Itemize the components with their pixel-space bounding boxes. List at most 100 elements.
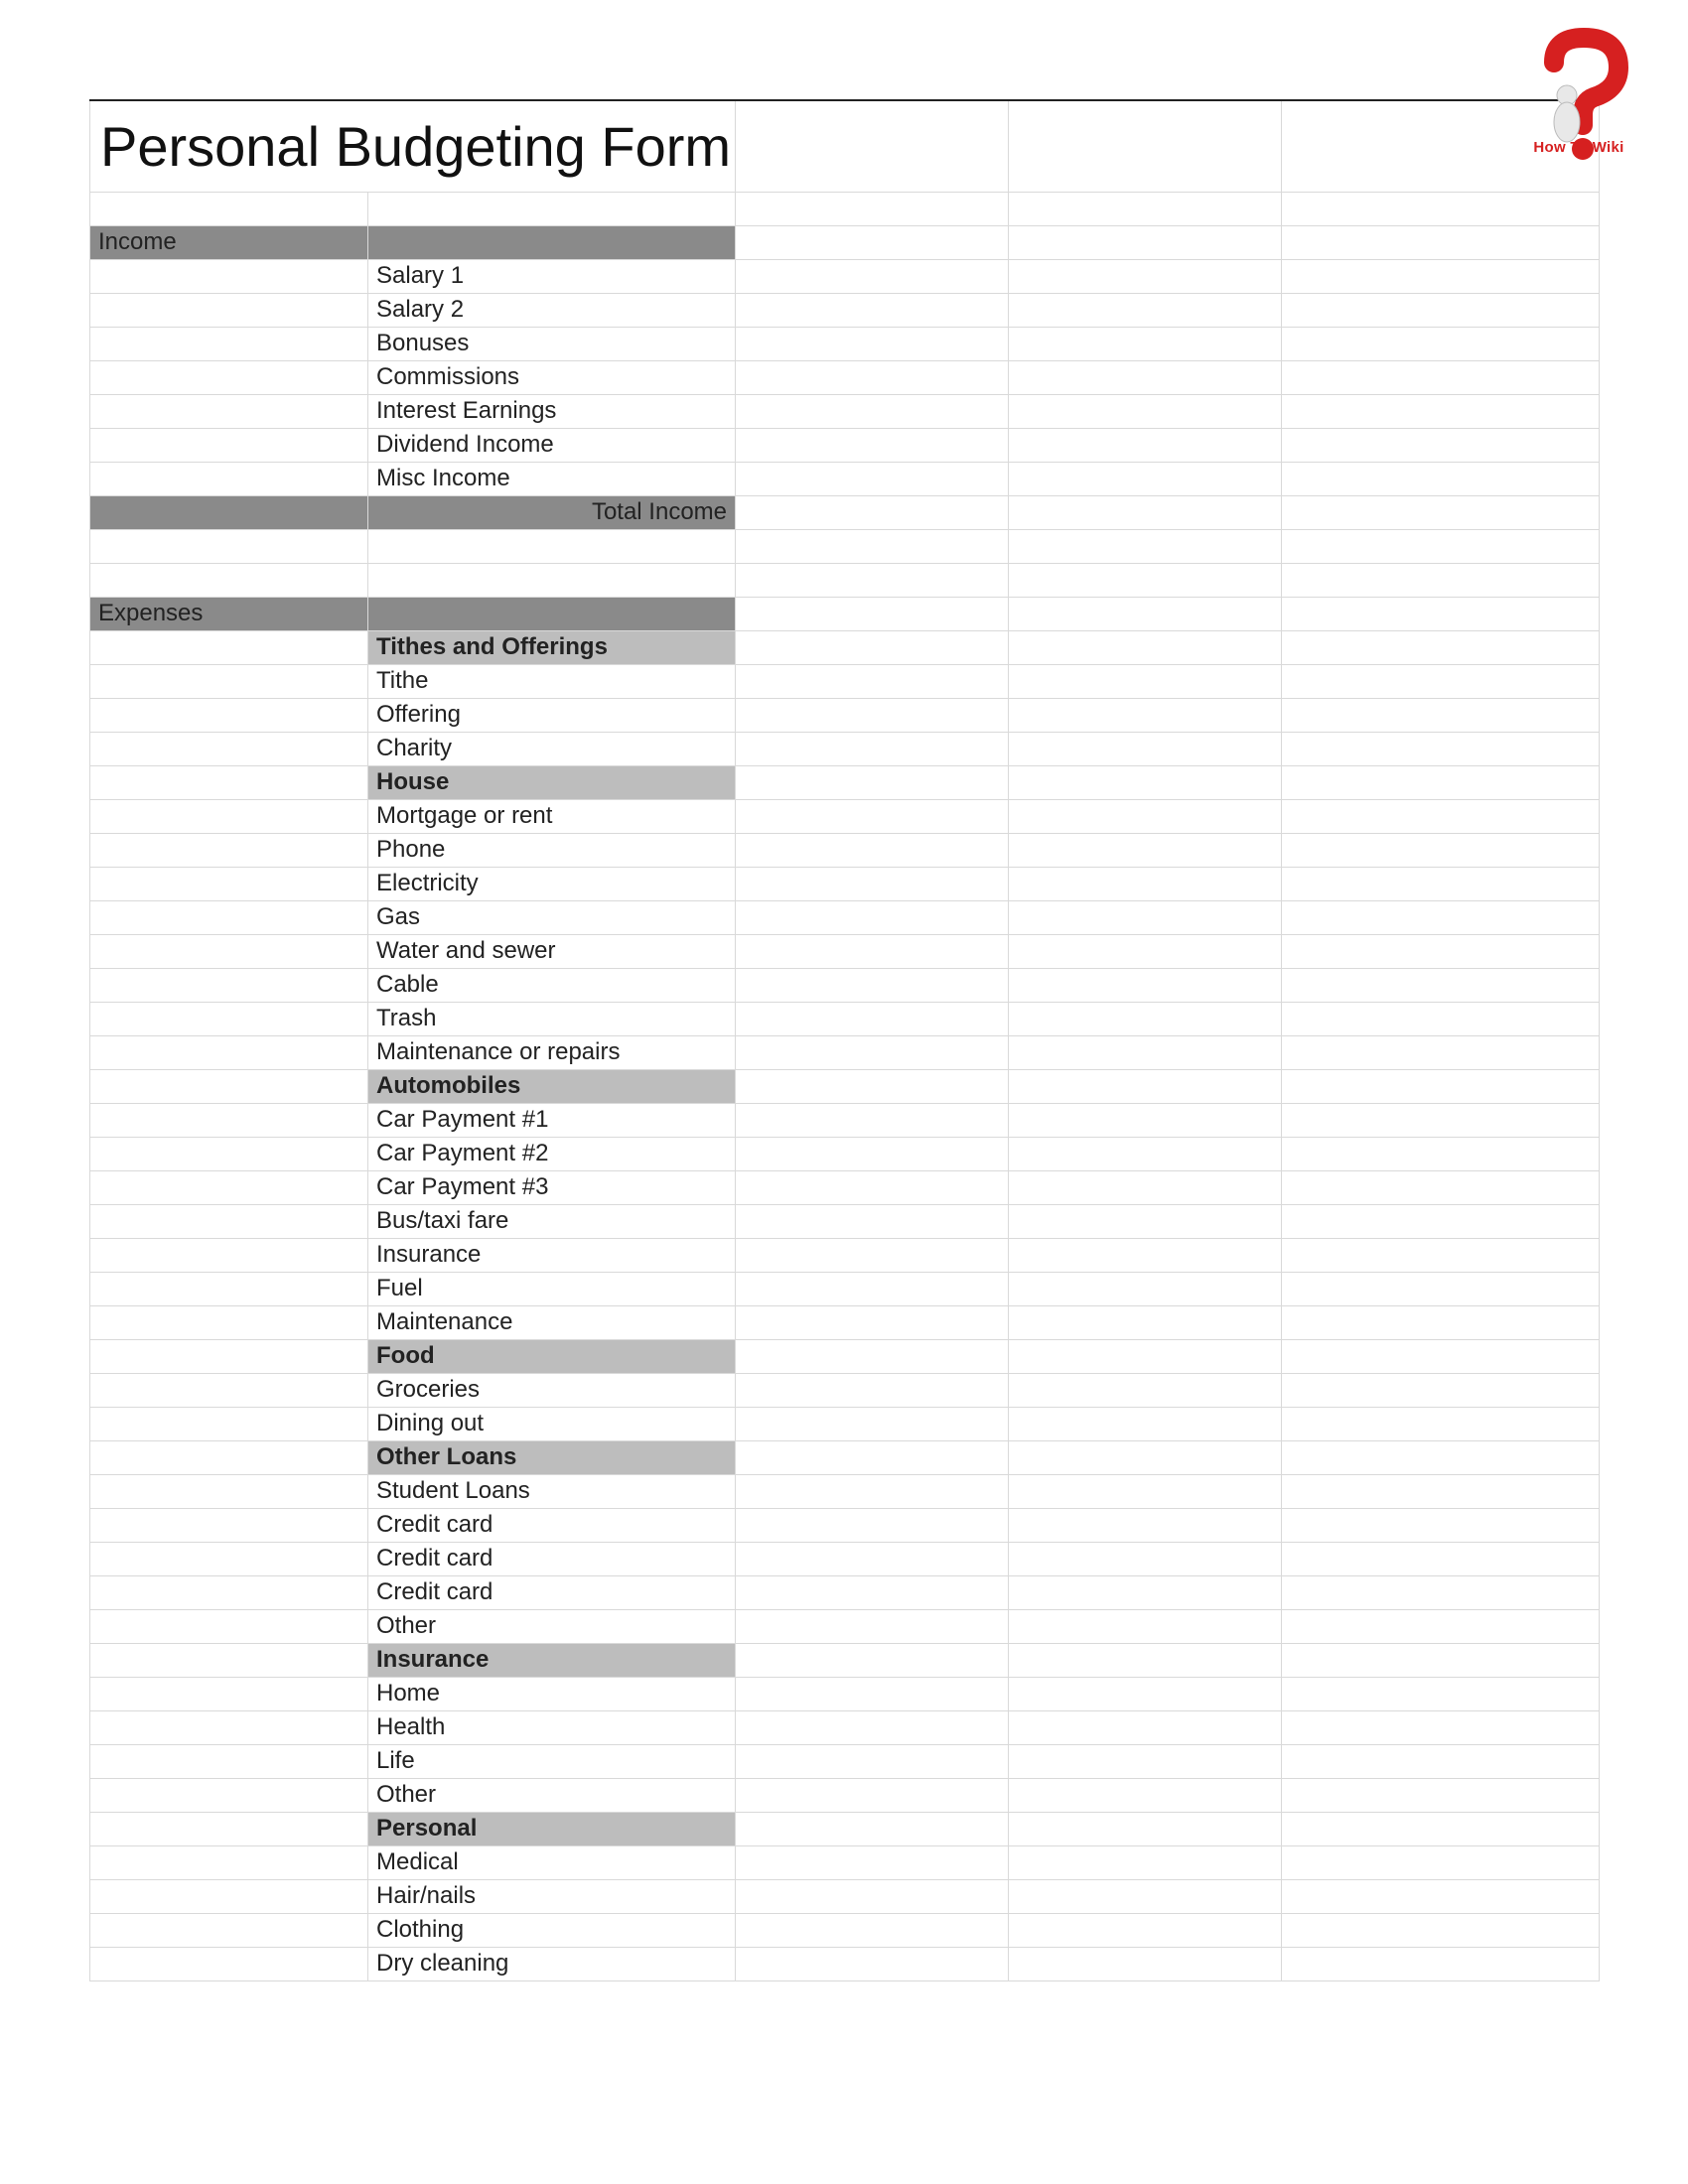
total-income-pad [90, 495, 368, 529]
empty-cell [1282, 1069, 1600, 1103]
empty-cell [736, 1474, 1009, 1508]
empty-cell [90, 428, 368, 462]
empty-cell [736, 1609, 1009, 1643]
empty-cell [1009, 293, 1282, 327]
expense-item: Groceries [368, 1373, 736, 1407]
empty-cell [1009, 428, 1282, 462]
empty-cell [1009, 462, 1282, 495]
empty-cell [1009, 1002, 1282, 1035]
expense-item: Life [368, 1744, 736, 1778]
empty-cell [1009, 664, 1282, 698]
budget-table: Personal Budgeting FormIncomeSalary 1Sal… [89, 99, 1600, 1981]
empty-cell [736, 1845, 1009, 1879]
expense-item: Offering [368, 698, 736, 732]
empty-cell [1282, 563, 1600, 597]
empty-cell [736, 934, 1009, 968]
empty-cell [1282, 1677, 1600, 1710]
empty-cell [90, 799, 368, 833]
empty-cell [736, 225, 1009, 259]
title-spacer [1009, 100, 1282, 192]
empty-cell [736, 1710, 1009, 1744]
empty-cell [90, 732, 368, 765]
empty-cell [1009, 1508, 1282, 1542]
empty-cell [1282, 1913, 1600, 1947]
empty-cell [368, 192, 736, 225]
expense-item: Fuel [368, 1272, 736, 1305]
empty-cell [1009, 968, 1282, 1002]
empty-cell [736, 1238, 1009, 1272]
empty-cell [1009, 1272, 1282, 1305]
empty-cell [1009, 934, 1282, 968]
empty-cell [1282, 1947, 1600, 1980]
empty-cell [1282, 698, 1600, 732]
empty-cell [736, 462, 1009, 495]
empty-cell [1009, 799, 1282, 833]
empty-cell [736, 1744, 1009, 1778]
empty-cell [1282, 1710, 1600, 1744]
empty-cell [1282, 1170, 1600, 1204]
empty-cell [1282, 428, 1600, 462]
empty-cell [90, 1474, 368, 1508]
income-item: Salary 1 [368, 259, 736, 293]
empty-cell [1282, 1373, 1600, 1407]
empty-cell [90, 1575, 368, 1609]
empty-cell [1009, 1575, 1282, 1609]
empty-cell [1282, 1272, 1600, 1305]
empty-cell [1009, 900, 1282, 934]
section-header-income-ext [368, 225, 736, 259]
expense-item: Credit card [368, 1508, 736, 1542]
expense-item: Electricity [368, 867, 736, 900]
empty-cell [90, 1508, 368, 1542]
empty-cell [1009, 1103, 1282, 1137]
empty-cell [90, 259, 368, 293]
empty-cell [736, 1407, 1009, 1440]
empty-cell [736, 192, 1009, 225]
empty-cell [1282, 833, 1600, 867]
empty-cell [90, 1744, 368, 1778]
empty-cell [1282, 1103, 1600, 1137]
expense-group-header: House [368, 765, 736, 799]
empty-cell [1009, 1373, 1282, 1407]
empty-cell [736, 1643, 1009, 1677]
expense-item: Student Loans [368, 1474, 736, 1508]
empty-cell [90, 664, 368, 698]
empty-cell [1009, 495, 1282, 529]
empty-cell [1009, 1542, 1282, 1575]
empty-cell [736, 1373, 1009, 1407]
empty-cell [1282, 732, 1600, 765]
empty-cell [1282, 765, 1600, 799]
empty-cell [1009, 732, 1282, 765]
empty-cell [736, 698, 1009, 732]
empty-cell [1009, 1170, 1282, 1204]
empty-cell [736, 765, 1009, 799]
empty-cell [90, 698, 368, 732]
empty-cell [1009, 192, 1282, 225]
empty-cell [736, 1339, 1009, 1373]
empty-cell [1009, 1710, 1282, 1744]
empty-cell [1282, 1879, 1600, 1913]
expense-item: Cable [368, 968, 736, 1002]
empty-cell [1009, 1744, 1282, 1778]
empty-cell [736, 867, 1009, 900]
empty-cell [736, 563, 1009, 597]
page-title: Personal Budgeting Form [90, 100, 736, 192]
expense-item: Home [368, 1677, 736, 1710]
expense-item: Bus/taxi fare [368, 1204, 736, 1238]
empty-cell [1282, 327, 1600, 360]
empty-cell [1009, 698, 1282, 732]
empty-cell [736, 1575, 1009, 1609]
section-header-expenses: Expenses [90, 597, 368, 630]
income-item: Commissions [368, 360, 736, 394]
empty-cell [1282, 1575, 1600, 1609]
empty-cell [1282, 1609, 1600, 1643]
empty-cell [1009, 1204, 1282, 1238]
empty-cell [1282, 900, 1600, 934]
empty-cell [1282, 1542, 1600, 1575]
empty-cell [1009, 765, 1282, 799]
empty-cell [90, 1069, 368, 1103]
empty-cell [90, 1170, 368, 1204]
empty-cell [1282, 529, 1600, 563]
empty-cell [736, 1170, 1009, 1204]
empty-cell [736, 1002, 1009, 1035]
empty-cell [1009, 833, 1282, 867]
